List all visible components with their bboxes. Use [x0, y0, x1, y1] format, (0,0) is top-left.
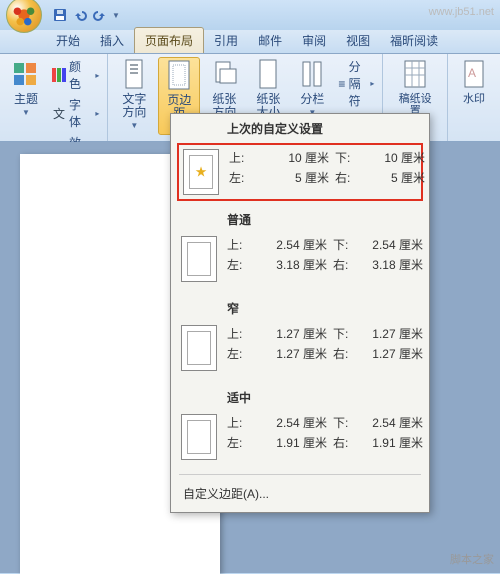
title-bar: ▼ [0, 0, 500, 30]
group-themes: 主题▼ 颜色 ▸ 文字体 ▸ 效果 ▸ 主题 [0, 54, 108, 141]
tab-review[interactable]: 审阅 [292, 28, 336, 53]
dd-separator [179, 474, 421, 475]
dd-custom-margins[interactable]: 自定义边距(A)... [171, 479, 429, 508]
group-watermark: A 水印 [448, 54, 500, 141]
ribbon-tabs: 开始 插入 页面布局 引用 邮件 审阅 视图 福昕阅读 [0, 30, 500, 54]
dd-item-narrow[interactable]: 上:1.27 厘米 下:1.27 厘米 左:1.27 厘米 右:1.27 厘米 [171, 321, 429, 375]
margin-thumb-icon [181, 325, 217, 371]
breaks-button[interactable]: ≡分隔符 ▸ [336, 57, 376, 110]
svg-text:文: 文 [53, 106, 65, 120]
breaks-icon: ≡ [338, 77, 345, 91]
columns-button[interactable]: 分栏▼ [292, 57, 332, 120]
tab-mailings[interactable]: 邮件 [248, 28, 292, 53]
dd-normal-header: 普通 [171, 209, 429, 232]
colors-button[interactable]: 颜色 ▸ [50, 57, 101, 93]
tab-insert[interactable]: 插入 [90, 28, 134, 53]
tab-foxit[interactable]: 福昕阅读 [380, 28, 448, 53]
themes-button[interactable]: 主题▼ [6, 57, 46, 120]
save-icon[interactable] [52, 7, 68, 23]
undo-icon[interactable] [72, 7, 88, 23]
watermark-button[interactable]: A 水印 [454, 57, 494, 107]
watermark-icon: A [458, 59, 490, 91]
textdir-icon [118, 59, 150, 91]
themes-label: 主题 [14, 92, 38, 106]
tab-view[interactable]: 视图 [336, 28, 380, 53]
dd-item-moderate[interactable]: 上:2.54 厘米 下:2.54 厘米 左:1.91 厘米 右:1.91 厘米 [171, 410, 429, 464]
dd-item-lastcustom[interactable]: 上:10 厘米 下:10 厘米 左:5 厘米 右:5 厘米 [177, 143, 423, 201]
textdir-button[interactable]: 文字方向▼ [114, 57, 154, 133]
qat-dropdown-icon[interactable]: ▼ [112, 11, 120, 20]
orient-icon [208, 59, 240, 91]
tab-pagelayout[interactable]: 页面布局 [134, 27, 204, 53]
office-button[interactable] [6, 0, 42, 33]
dd-item-normal[interactable]: 上:2.54 厘米 下:2.54 厘米 左:3.18 厘米 右:3.18 厘米 [171, 232, 429, 286]
dd-moderate-header: 适中 [171, 387, 429, 410]
themes-icon [10, 59, 42, 91]
quick-access-toolbar: ▼ [52, 7, 120, 23]
fonts-icon: 文 [52, 106, 66, 120]
margins-icon [163, 60, 195, 92]
margin-thumb-icon [183, 149, 219, 195]
margins-dropdown: 上次的自定义设置 上:10 厘米 下:10 厘米 左:5 厘米 右:5 厘米 普… [170, 113, 430, 513]
dd-custom-header: 上次的自定义设置 [171, 118, 429, 141]
dd-narrow-header: 窄 [171, 298, 429, 321]
colors-icon [52, 68, 66, 82]
columns-icon [296, 59, 328, 91]
margin-thumb-icon [181, 236, 217, 282]
redo-icon[interactable] [92, 7, 108, 23]
size-icon [252, 59, 284, 91]
manuscript-button[interactable]: 稿纸设置 [389, 57, 441, 119]
tab-references[interactable]: 引用 [204, 28, 248, 53]
manuscript-icon [399, 59, 431, 91]
margin-thumb-icon [181, 414, 217, 460]
fonts-button[interactable]: 文字体 ▸ [50, 95, 101, 131]
tab-home[interactable]: 开始 [46, 28, 90, 53]
svg-text:A: A [468, 66, 476, 80]
